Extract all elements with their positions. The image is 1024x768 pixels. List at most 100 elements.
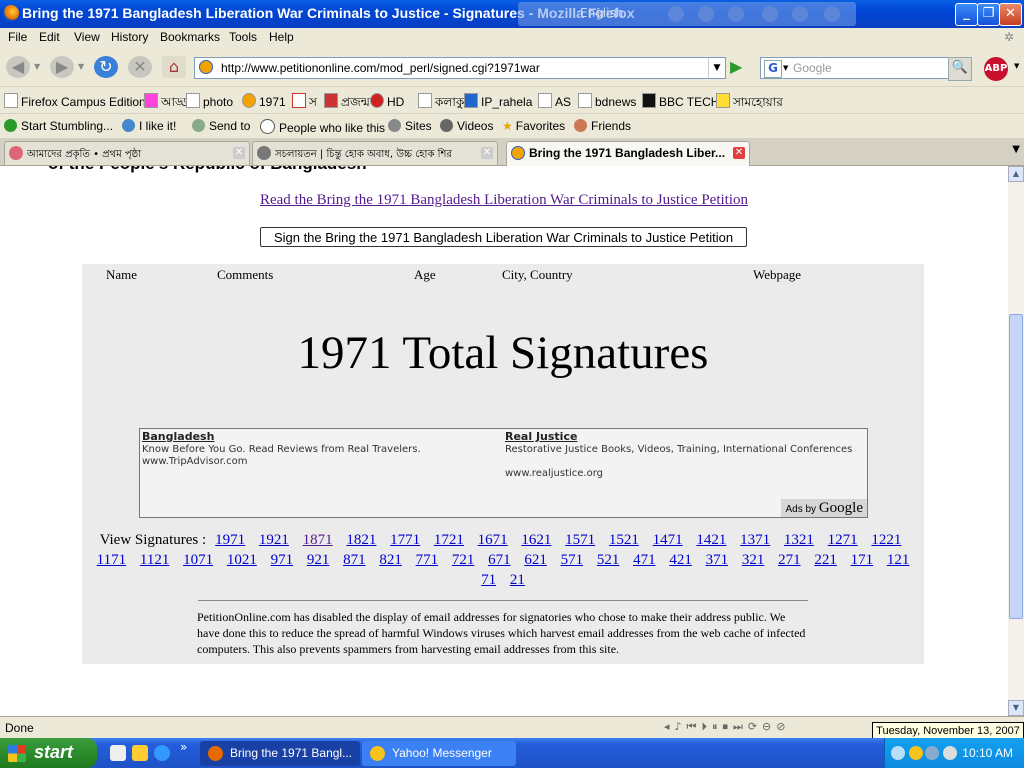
signature-page-link[interactable]: 1821 (346, 532, 376, 548)
menu-help[interactable]: Help (269, 30, 294, 44)
bookmark-item[interactable]: IP_rahela (464, 93, 532, 109)
signature-page-link[interactable]: 121 (887, 552, 910, 568)
bookmark-item[interactable]: bdnews (578, 93, 636, 109)
google-engine-icon[interactable]: G (764, 60, 782, 78)
scroll-down-arrow[interactable]: ▼ (1008, 700, 1024, 716)
menu-tools[interactable]: Tools (229, 30, 257, 44)
tab-amader-prokriti[interactable]: আমাদের প্রকৃতি • প্রথম পৃষ্ঠা ✕ (4, 141, 250, 165)
gear-icon[interactable] (728, 6, 744, 22)
signature-page-link[interactable]: 71 (481, 572, 496, 588)
clock[interactable]: 10:10 AM (962, 746, 1013, 760)
explorer-quicklaunch-icon[interactable] (132, 745, 148, 761)
favorites-button[interactable]: ★ Favorites (502, 119, 565, 133)
volume-tray-icon[interactable] (943, 746, 957, 760)
sites-button[interactable]: Sites (388, 119, 432, 133)
media-controls[interactable]: ◂♪⏮⏵⏸⏹⏭⟳⊖⊘ (664, 720, 791, 734)
signature-page-link[interactable]: 1371 (740, 532, 770, 548)
send-to-button[interactable]: Send to (192, 119, 250, 133)
bookmark-item[interactable]: 1971 (242, 93, 286, 109)
tray-arrow-icon[interactable] (891, 746, 905, 760)
vertical-scrollbar[interactable]: ▲ ▼ (1008, 166, 1024, 716)
read-petition-link[interactable]: Read the Bring the 1971 Bangladesh Liber… (0, 192, 1008, 209)
tab-sachalayatan[interactable]: সচলায়তন | চিন্তু হোক অবাধ, উচ্চ হোক শির… (252, 141, 498, 165)
signature-page-link[interactable]: 721 (452, 552, 475, 568)
start-button[interactable]: start (0, 738, 97, 768)
menu-view[interactable]: View (74, 30, 100, 44)
signature-page-link[interactable]: 1971 (215, 532, 245, 548)
signature-page-link[interactable]: 321 (742, 552, 765, 568)
menu-edit[interactable]: Edit (39, 30, 60, 44)
minimize-circle-icon[interactable] (668, 6, 684, 22)
tab-close-icon[interactable]: ✕ (733, 147, 745, 159)
help-icon[interactable] (792, 6, 808, 22)
home-button[interactable]: ⌂ (162, 56, 186, 78)
yahoo-tray-icon[interactable] (909, 746, 923, 760)
signature-page-link[interactable]: 821 (379, 552, 402, 568)
language-label[interactable]: English (580, 6, 623, 20)
ie-quicklaunch-icon[interactable] (154, 745, 170, 761)
minimize-button[interactable]: _ (955, 3, 978, 26)
go-button[interactable]: ▶ (730, 58, 750, 76)
signature-page-link[interactable]: 521 (597, 552, 620, 568)
people-like-button[interactable]: People who like this (260, 119, 385, 135)
signature-page-link[interactable]: 971 (271, 552, 294, 568)
scroll-up-arrow[interactable]: ▲ (1008, 166, 1024, 182)
forward-button[interactable]: ▶ (50, 56, 74, 78)
menu-file[interactable]: File (8, 30, 27, 44)
videos-button[interactable]: Videos (440, 119, 493, 133)
signature-page-link[interactable]: 1871 (303, 532, 333, 548)
search-bar[interactable]: G ▼ Google (760, 57, 950, 79)
signature-page-link[interactable]: 1071 (183, 552, 213, 568)
ad-url[interactable]: www.TripAdvisor.com (142, 456, 247, 468)
task-yahoo-messenger[interactable]: Yahoo! Messenger (362, 741, 516, 766)
signature-page-link[interactable]: 1671 (478, 532, 508, 548)
messenger-quicklaunch-icon[interactable] (110, 745, 126, 761)
signature-page-link[interactable]: 21 (510, 572, 525, 588)
task-firefox[interactable]: Bring the 1971 Bangl... (200, 741, 360, 766)
signature-page-link[interactable]: 1521 (609, 532, 639, 548)
url-dropdown[interactable]: ▼ (708, 58, 725, 78)
signature-page-link[interactable]: 1221 (871, 532, 901, 548)
i-like-it-button[interactable]: I like it! (122, 119, 176, 133)
bookmark-item[interactable]: Firefox Campus Edition (4, 93, 146, 109)
tab-list-dropdown[interactable]: ▼ (1012, 144, 1020, 155)
signature-page-link[interactable]: 1471 (653, 532, 683, 548)
signature-page-link[interactable]: 1121 (140, 552, 169, 568)
bookmark-item[interactable]: HD (370, 93, 404, 109)
sign-petition-button[interactable]: Sign the Bring the 1971 Bangladesh Liber… (260, 227, 747, 247)
bookmark-item[interactable]: BBC TECH (642, 93, 719, 109)
adblock-plus-button[interactable]: ABP (984, 57, 1008, 81)
signature-page-link[interactable]: 1421 (696, 532, 726, 548)
signature-page-link[interactable]: 1271 (828, 532, 858, 548)
menu-history[interactable]: History (111, 30, 148, 44)
network-tray-icon[interactable] (925, 746, 939, 760)
signature-page-link[interactable]: 571 (561, 552, 584, 568)
stop-button[interactable]: ✕ (128, 56, 152, 78)
maximize-button[interactable]: ❐ (977, 3, 1000, 26)
scroll-thumb[interactable] (1009, 314, 1023, 619)
settings-icon[interactable] (762, 6, 778, 22)
menu-bookmarks[interactable]: Bookmarks (160, 30, 220, 44)
signature-page-link[interactable]: 371 (706, 552, 729, 568)
bookmark-item[interactable]: AS (538, 93, 571, 109)
signature-page-link[interactable]: 671 (488, 552, 511, 568)
friends-button[interactable]: Friends (574, 119, 631, 133)
signature-page-link[interactable]: 421 (669, 552, 692, 568)
signature-page-link[interactable]: 1921 (259, 532, 289, 548)
signature-page-link[interactable]: 921 (307, 552, 330, 568)
signature-page-link[interactable]: 1721 (434, 532, 464, 548)
tab-close-icon[interactable]: ✕ (233, 147, 245, 159)
reload-button[interactable]: ↻ (94, 56, 118, 78)
tab-petition-signatures[interactable]: Bring the 1971 Bangladesh Liber... ✕ (506, 141, 750, 166)
stumble-button[interactable]: Start Stumbling... (4, 119, 113, 133)
bookmark-item[interactable]: স (292, 93, 317, 114)
hand-icon[interactable] (698, 6, 714, 22)
ads-by-google-badge[interactable]: Ads by Google (781, 499, 867, 517)
close-button[interactable]: ✕ (999, 3, 1022, 26)
adblock-dropdown-icon[interactable]: ▼ (1014, 62, 1019, 70)
ad-title-real-justice[interactable]: Real Justice (505, 430, 577, 443)
forward-history-dropdown[interactable]: ▼ (78, 62, 84, 71)
signature-page-link[interactable]: 621 (524, 552, 547, 568)
signature-page-link[interactable]: 1571 (565, 532, 595, 548)
tab-close-icon[interactable]: ✕ (481, 147, 493, 159)
